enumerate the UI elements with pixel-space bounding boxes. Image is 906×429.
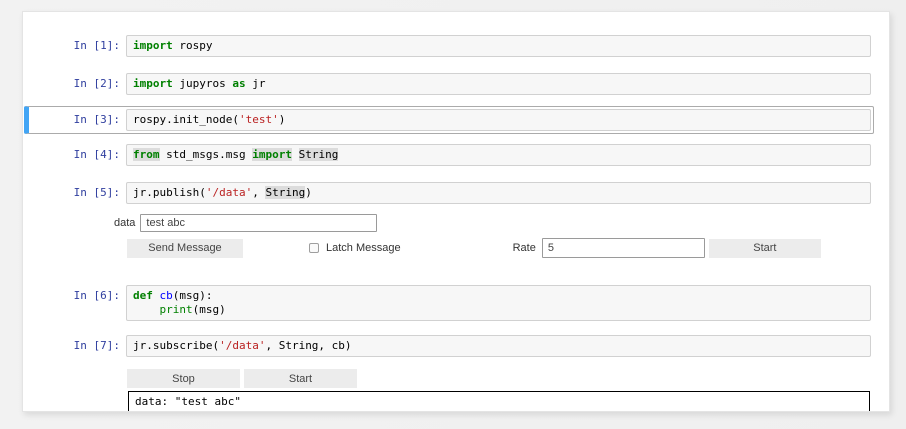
code-cell-1[interactable]: In [1]: import rospy bbox=[24, 32, 874, 60]
subscribe-stop-button[interactable]: Stop bbox=[127, 369, 240, 388]
code-editor[interactable]: import jupyros as jr bbox=[126, 73, 871, 95]
output-line: data: "test abc" bbox=[135, 409, 863, 411]
input-prompt: In [6]: bbox=[73, 289, 120, 302]
publish-widget: data Send Message Latch Message Rate Sta… bbox=[23, 214, 874, 282]
code-cell-6[interactable]: In [6]: def cb(msg): print(msg) bbox=[24, 282, 874, 324]
subscribe-output-log: data: "test abc" data: "test abc" data: … bbox=[128, 391, 870, 411]
code-editor[interactable]: jr.publish('/data', String) bbox=[126, 182, 871, 204]
subscribe-widget: Stop Start data: "test abc" data: "test … bbox=[23, 369, 874, 411]
rate-field-label: Rate bbox=[512, 242, 536, 254]
code-editor[interactable]: from std_msgs.msg import String bbox=[126, 144, 871, 166]
latch-message-checkbox[interactable] bbox=[309, 243, 319, 253]
data-field-label: data bbox=[114, 217, 136, 229]
output-line: data: "test abc" bbox=[135, 395, 241, 408]
code-editor[interactable]: rospy.init_node('test') bbox=[126, 109, 871, 131]
input-prompt: In [7]: bbox=[73, 339, 120, 352]
publish-start-button[interactable]: Start bbox=[708, 238, 821, 258]
code-editor[interactable]: def cb(msg): print(msg) bbox=[126, 285, 871, 321]
notebook-panel: In [1]: import rospy In [2]: import jupy… bbox=[22, 11, 890, 412]
code-cell-5[interactable]: In [5]: jr.publish('/data', String) bbox=[24, 179, 874, 207]
input-prompt: In [1]: bbox=[73, 39, 120, 52]
subscribe-start-button[interactable]: Start bbox=[244, 369, 357, 388]
latch-message-label: Latch Message bbox=[326, 242, 401, 254]
code-cell-7[interactable]: In [7]: jr.subscribe('/data', String, cb… bbox=[24, 332, 874, 360]
send-message-button[interactable]: Send Message bbox=[127, 238, 243, 258]
data-field-input[interactable] bbox=[140, 214, 378, 232]
code-cell-4[interactable]: In [4]: from std_msgs.msg import String bbox=[24, 141, 874, 169]
code-cell-2[interactable]: In [2]: import jupyros as jr bbox=[24, 70, 874, 98]
code-cell-3-selected[interactable]: In [3]: rospy.init_node('test') bbox=[24, 106, 874, 134]
desktop-background: In [1]: import rospy In [2]: import jupy… bbox=[0, 0, 906, 429]
rate-field-input[interactable] bbox=[541, 238, 705, 258]
input-prompt: In [5]: bbox=[73, 186, 120, 199]
code-editor[interactable]: import rospy bbox=[126, 35, 871, 57]
input-prompt: In [3]: bbox=[73, 113, 120, 126]
input-prompt: In [4]: bbox=[73, 148, 120, 161]
input-prompt: In [2]: bbox=[73, 77, 120, 90]
code-editor[interactable]: jr.subscribe('/data', String, cb) bbox=[126, 335, 871, 357]
